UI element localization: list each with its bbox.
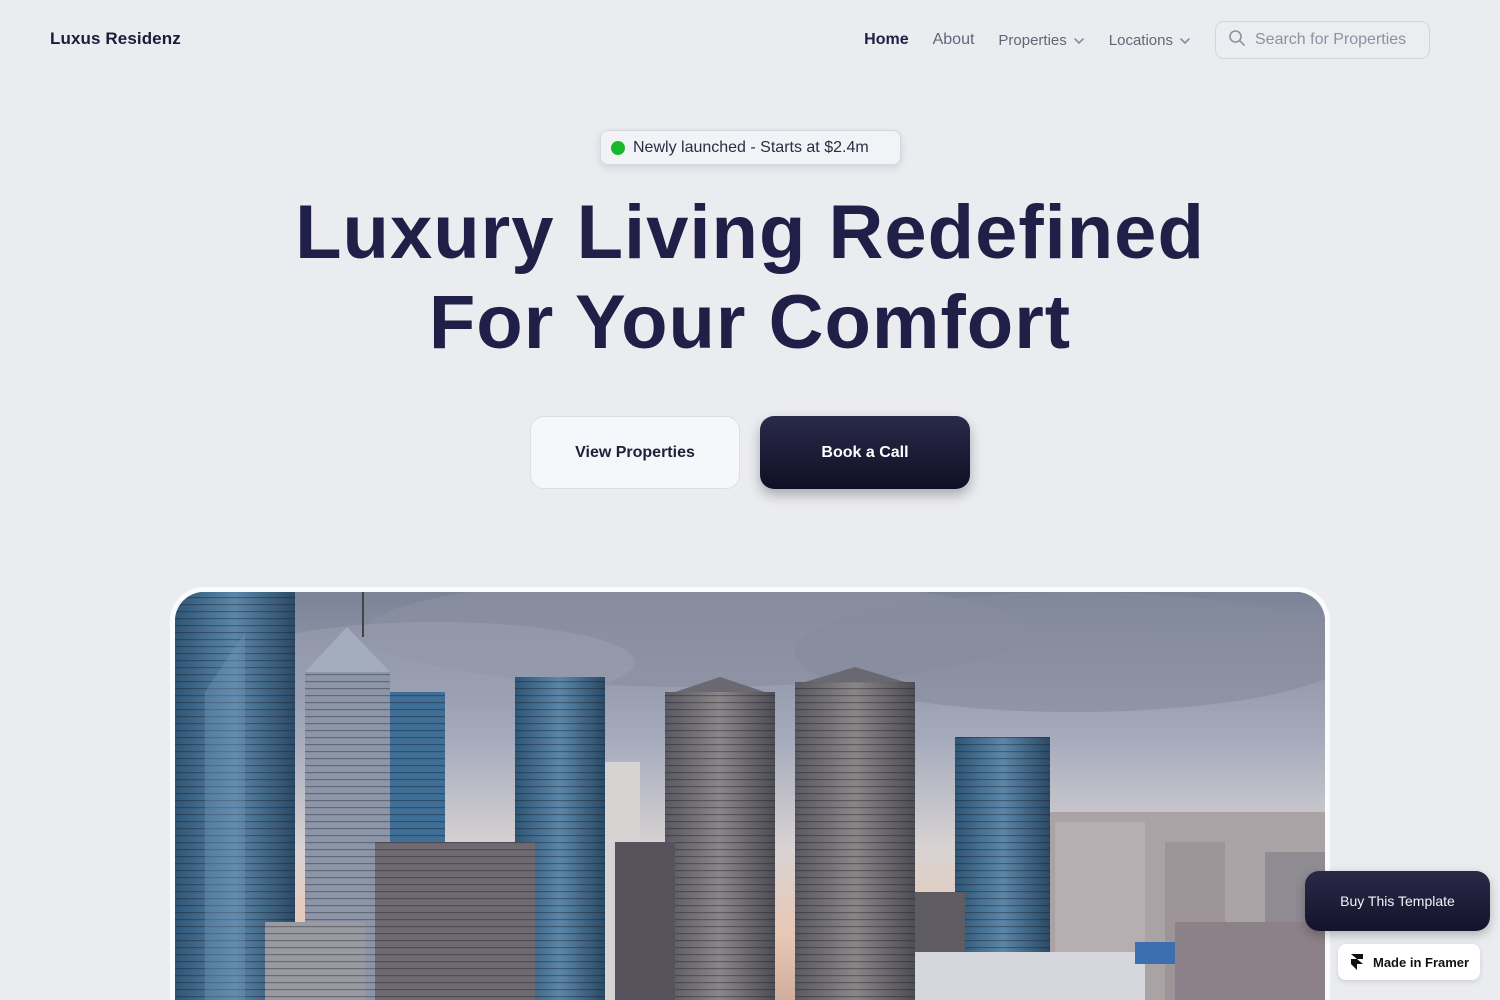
nav-locations-label: Locations xyxy=(1108,31,1173,49)
search-icon xyxy=(1228,29,1255,52)
hero-city-image xyxy=(170,587,1330,1000)
nav-home[interactable]: Home xyxy=(864,21,908,59)
landing-page: Luxus Residenz Home About Properties Loc… xyxy=(0,0,1500,1000)
chevron-down-icon xyxy=(1179,34,1191,46)
made-in-framer-badge[interactable]: Made in Framer xyxy=(1338,944,1480,980)
framer-logo-icon xyxy=(1351,954,1363,970)
city-skyline-illustration xyxy=(175,592,1325,1000)
headline-line-1: Luxury Living Redefined xyxy=(295,190,1205,275)
chevron-down-icon xyxy=(1073,34,1085,46)
launch-badge: Newly launched - Starts at $2.4m xyxy=(600,130,901,165)
search-input[interactable] xyxy=(1255,31,1425,49)
nav-links: Home About Properties Locations xyxy=(864,21,1430,59)
nav-properties-label: Properties xyxy=(998,31,1067,49)
hero-headline: Luxury Living Redefined For Your Comfort xyxy=(0,188,1500,368)
nav-locations[interactable]: Locations xyxy=(1109,21,1191,59)
status-dot xyxy=(611,140,625,155)
made-in-framer-label: Made in Framer xyxy=(1373,954,1470,970)
nav-properties[interactable]: Properties xyxy=(998,21,1084,59)
book-call-button[interactable]: Book a Call xyxy=(760,416,970,489)
buy-template-button[interactable]: Buy This Template xyxy=(1305,871,1490,931)
search-box[interactable] xyxy=(1215,21,1430,59)
nav-about[interactable]: About xyxy=(933,21,975,59)
brand-logo[interactable]: Luxus Residenz xyxy=(50,29,181,49)
headline-line-2: For Your Comfort xyxy=(428,280,1072,365)
top-nav: Luxus Residenz Home About Properties Loc… xyxy=(0,0,1500,80)
launch-badge-text: Newly launched - Starts at $2.4m xyxy=(633,138,869,156)
view-properties-button[interactable]: View Properties xyxy=(530,416,740,489)
